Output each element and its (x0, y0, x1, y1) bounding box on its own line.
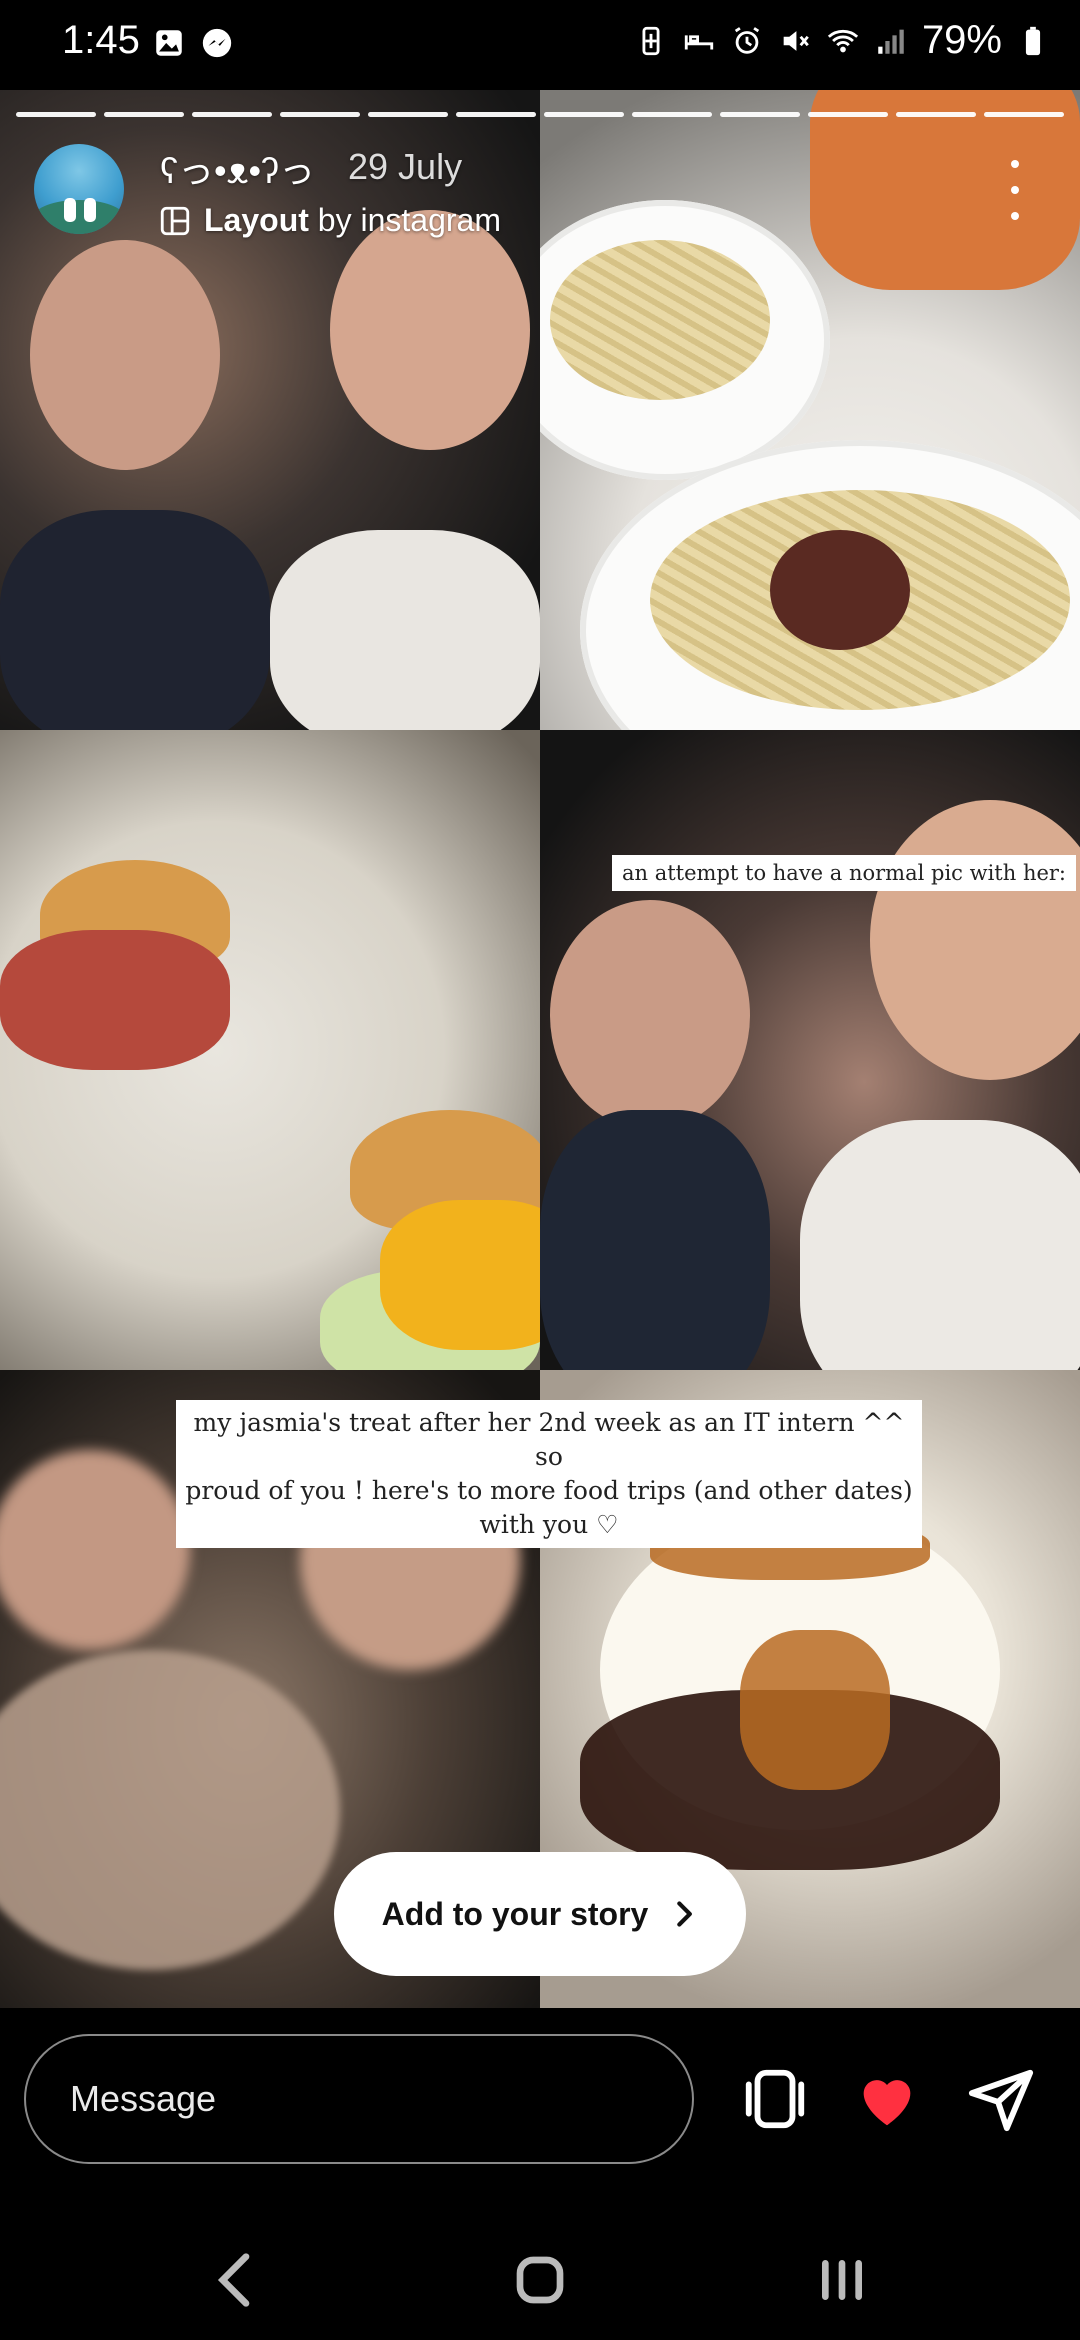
sleep-icon (684, 34, 714, 49)
home-nav-icon[interactable] (500, 2240, 580, 2320)
progress-segment (456, 112, 536, 117)
layout-brand: Layout (204, 202, 309, 238)
signal-icon (878, 29, 904, 54)
back-nav-icon[interactable] (196, 2240, 276, 2320)
message-placeholder: Message (70, 2078, 217, 2119)
add-to-story-button[interactable]: Add to your story (334, 1852, 746, 1976)
reshare-icon[interactable] (740, 2064, 810, 2134)
layout-by: by instagram (317, 202, 501, 238)
caption-line: with you ♡ (479, 1510, 619, 1539)
story-viewer[interactable]: an attempt to have a normal pic with her… (0, 90, 1080, 2008)
more-options-button[interactable] (1000, 160, 1030, 220)
send-icon[interactable] (966, 2064, 1036, 2134)
progress-segment (632, 112, 712, 117)
progress-segment (192, 112, 272, 117)
caption-line: proud of you ! here's to more food trips… (185, 1476, 913, 1505)
status-bar: 1:45 79% (0, 0, 1080, 86)
story-progress (16, 112, 1064, 117)
progress-segment (16, 112, 96, 117)
add-to-story-label: Add to your story (381, 1895, 649, 1932)
recents-nav-icon[interactable] (802, 2240, 882, 2320)
photo-pasta (540, 90, 1080, 730)
story-note: an attempt to have a normal pic with her… (612, 855, 1077, 891)
wifi-icon (827, 29, 859, 52)
like-heart-icon[interactable] (852, 2064, 922, 2134)
story-username[interactable]: ʕっ•ᴥ•ʔっ (160, 142, 315, 194)
progress-segment (720, 112, 800, 117)
alarm-icon (734, 26, 760, 54)
mute-icon (783, 30, 809, 51)
status-time: 1:45 (62, 18, 140, 62)
layout-icon (160, 206, 190, 235)
progress-segment (984, 112, 1064, 117)
progress-segment (808, 112, 888, 117)
battery-icon (1025, 26, 1041, 55)
progress-segment (104, 112, 184, 117)
photo-selfie-2 (540, 730, 1080, 1370)
battery-saver-icon (642, 26, 660, 55)
progress-segment (280, 112, 360, 117)
messenger-icon (202, 28, 232, 58)
photo-burgers (0, 730, 540, 1370)
story-caption: my jasmia's treat after her 2nd week as … (176, 1400, 922, 1548)
chevron-right-icon (677, 1901, 693, 1927)
progress-segment (896, 112, 976, 117)
progress-segment (544, 112, 624, 117)
caption-line: my jasmia's treat after her 2nd week as … (193, 1408, 905, 1471)
progress-segment (368, 112, 448, 117)
story-date: 29 July (348, 146, 463, 187)
gallery-icon (156, 30, 182, 56)
battery-percent: 79% (921, 18, 1002, 62)
message-input[interactable]: Message (24, 2034, 694, 2164)
avatar[interactable] (34, 144, 124, 234)
layout-attribution[interactable]: Layout by instagram (158, 202, 501, 239)
